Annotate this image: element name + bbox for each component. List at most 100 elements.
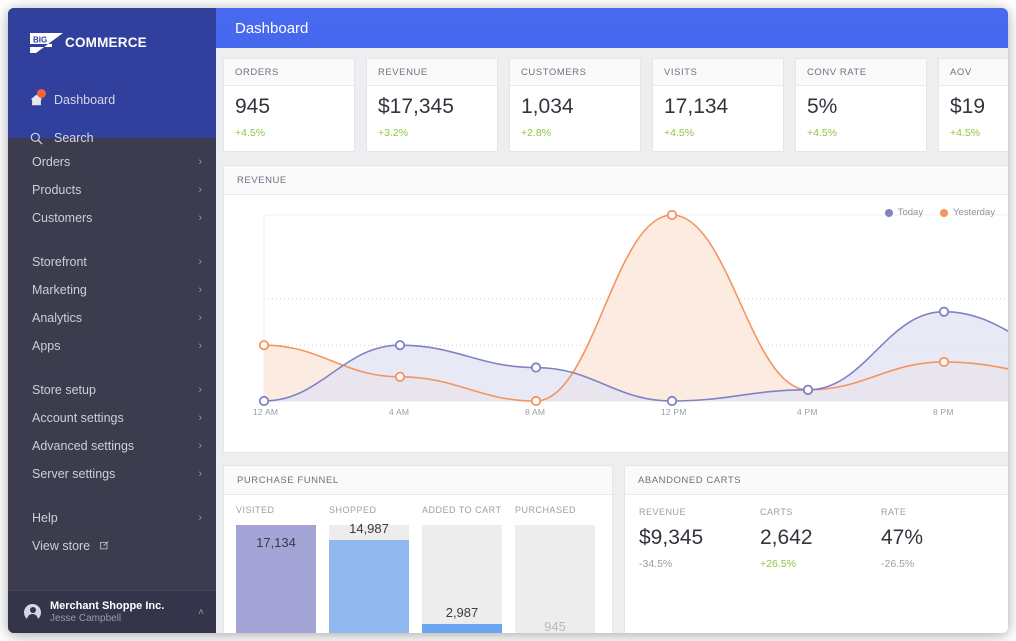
kpi-card-orders[interactable]: ORDERS 945 +4.5% [223, 58, 355, 153]
carts-stat-rate: RATE 47% -26.5% [881, 507, 1002, 570]
sidebar-group-support: Help › View store [8, 504, 216, 560]
revenue-chart-svg [258, 209, 1008, 407]
sidebar-item-marketing[interactable]: Marketing › [8, 276, 216, 304]
kpi-delta: +4.5% [807, 127, 838, 140]
sidebar-user-store: Merchant Shoppe Inc. [50, 599, 165, 612]
sidebar: BIG COMMERCE Dashboard Search Orders › P… [8, 8, 216, 633]
legend-label-today: Today [897, 207, 924, 219]
sidebar-item-orders[interactable]: Orders › [8, 148, 216, 176]
kpi-body: 17,134 +4.5% [653, 86, 783, 151]
kpi-label: CUSTOMERS [510, 59, 640, 86]
funnel-column: SHOPPED 14,987 [329, 505, 409, 633]
kpi-card-conv-rate[interactable]: CONV RATE 5% +4.5% [795, 58, 927, 153]
purchase-funnel-title: PURCHASE FUNNEL [224, 466, 612, 496]
topbar: Dashboard [216, 8, 1008, 48]
chevron-right-icon: › [198, 440, 202, 452]
kpi-label: AOV [939, 59, 1008, 86]
sidebar-item-search[interactable]: Search [8, 124, 216, 152]
chevron-right-icon: › [198, 184, 202, 196]
sidebar-item-storefront[interactable]: Storefront › [8, 248, 216, 276]
sidebar-item-view-store[interactable]: View store [8, 532, 216, 560]
legend-dot-yesterday [940, 208, 949, 217]
kpi-card-aov[interactable]: AOV $19 +4.5% [938, 58, 1008, 153]
sidebar-item-products[interactable]: Products › [8, 176, 216, 204]
x-axis-tick: 12 AM [253, 407, 279, 418]
kpi-value: 1,034 [521, 95, 574, 118]
sidebar-item-analytics-label: Analytics [32, 311, 83, 325]
sidebar-divider [8, 360, 216, 376]
x-axis-tick: 12 PM [661, 407, 687, 418]
x-axis-tick: 4 AM [389, 407, 410, 418]
funnel-column-label: VISITED [236, 505, 275, 516]
carts-stat-label: RATE [881, 507, 907, 518]
funnel-bar-fill[interactable] [422, 624, 502, 633]
x-axis-tick: 8 AM [525, 407, 546, 418]
sidebar-item-orders-label: Orders [32, 155, 71, 169]
sidebar-item-apps[interactable]: Apps › [8, 332, 216, 360]
chevron-up-icon[interactable]: ˄ [198, 607, 204, 618]
funnel-column: VISITED 17,134 [236, 505, 316, 633]
sidebar-item-store-setup-label: Store setup [32, 383, 96, 397]
external-link-icon [99, 541, 109, 553]
sidebar-item-view-store-wrap: View store [32, 539, 109, 553]
chevron-right-icon: › [198, 512, 202, 524]
home-icon [30, 89, 48, 106]
sidebar-item-dashboard[interactable]: Dashboard [8, 86, 216, 114]
funnel-column-label: ADDED TO CART [422, 505, 502, 516]
bigcommerce-logo[interactable]: BIG COMMERCE [30, 32, 147, 54]
sidebar-item-store-setup[interactable]: Store setup › [8, 376, 216, 404]
kpi-row: ORDERS 945 +4.5% REVENUE $17,345 +3.2% C… [223, 58, 1008, 153]
sidebar-item-account-settings[interactable]: Account settings › [8, 404, 216, 432]
kpi-body: $19 +4.5% [939, 86, 1008, 151]
sidebar-item-dashboard-label: Dashboard [54, 93, 116, 107]
funnel-bar-track: 2,987 [422, 525, 502, 633]
kpi-delta: +4.5% [664, 127, 695, 140]
sidebar-item-help[interactable]: Help › [8, 504, 216, 532]
legend-item-yesterday[interactable]: Yesterday [940, 207, 995, 218]
carts-stat-carts: CARTS 2,642 +26.5% [760, 507, 881, 570]
sidebar-item-search-label: Search [54, 131, 94, 145]
sidebar-group-catalog: Orders › Products › Customers › [8, 148, 216, 232]
sidebar-user-menu[interactable]: Merchant Shoppe Inc. Jesse Campbell ˄ [8, 590, 216, 633]
sidebar-item-account-settings-label: Account settings [32, 411, 124, 425]
bigcommerce-logo-mark-icon: BIG [30, 33, 64, 53]
carts-stat-delta: -26.5% [881, 558, 915, 571]
kpi-value: 5% [807, 95, 838, 118]
chevron-right-icon: › [198, 156, 202, 168]
legend-label-yesterday: Yesterday [953, 207, 995, 219]
bottom-row: PURCHASE FUNNEL VISITED 17,134 SHOPPED 14,9… [223, 465, 1008, 633]
chevron-right-icon: › [198, 384, 202, 396]
kpi-label: VISITS [653, 59, 783, 86]
sidebar-item-customers[interactable]: Customers › [8, 204, 216, 232]
carts-stat-revenue: REVENUE $9,345 -34.5% [639, 507, 760, 570]
sidebar-item-apps-label: Apps [32, 339, 61, 353]
kpi-body: $17,345 +3.2% [367, 86, 497, 151]
chevron-right-icon: › [198, 212, 202, 224]
sidebar-item-storefront-label: Storefront [32, 255, 87, 269]
kpi-card-visits[interactable]: VISITS 17,134 +4.5% [652, 58, 784, 153]
carts-stat-delta: +26.5% [760, 558, 796, 571]
funnel-bar-fill[interactable] [329, 540, 409, 633]
legend-item-today[interactable]: Today [884, 207, 924, 219]
svg-text:BIG: BIG [33, 35, 47, 44]
sidebar-item-customers-label: Customers [32, 211, 93, 225]
revenue-panel: REVENUE Today Yesterday 12 AM 4 AM 8 AM … [223, 165, 1008, 454]
search-icon [30, 132, 48, 145]
kpi-card-customers[interactable]: CUSTOMERS 1,034 +2.8% [509, 58, 641, 153]
kpi-label: CONV RATE [796, 59, 926, 86]
dashboard-content: ORDERS 945 +4.5% REVENUE $17,345 +3.2% C… [216, 48, 1008, 633]
kpi-card-revenue[interactable]: REVENUE $17,345 +3.2% [366, 58, 498, 153]
kpi-body: 945 +4.5% [224, 86, 354, 151]
x-axis-tick: 4 PM [797, 407, 818, 418]
kpi-value: 17,134 [664, 95, 729, 118]
sidebar-item-analytics[interactable]: Analytics › [8, 304, 216, 332]
carts-stat-value: 2,642 [760, 526, 813, 550]
kpi-body: 5% +4.5% [796, 86, 926, 151]
notification-badge-icon [37, 89, 46, 98]
kpi-delta: +4.5% [950, 127, 981, 140]
purchase-funnel-panel: PURCHASE FUNNEL VISITED 17,134 SHOPPED 14,9… [223, 465, 613, 633]
sidebar-item-server-settings[interactable]: Server settings › [8, 460, 216, 488]
chevron-right-icon: › [198, 412, 202, 424]
kpi-label: REVENUE [367, 59, 497, 86]
sidebar-item-advanced-settings[interactable]: Advanced settings › [8, 432, 216, 460]
